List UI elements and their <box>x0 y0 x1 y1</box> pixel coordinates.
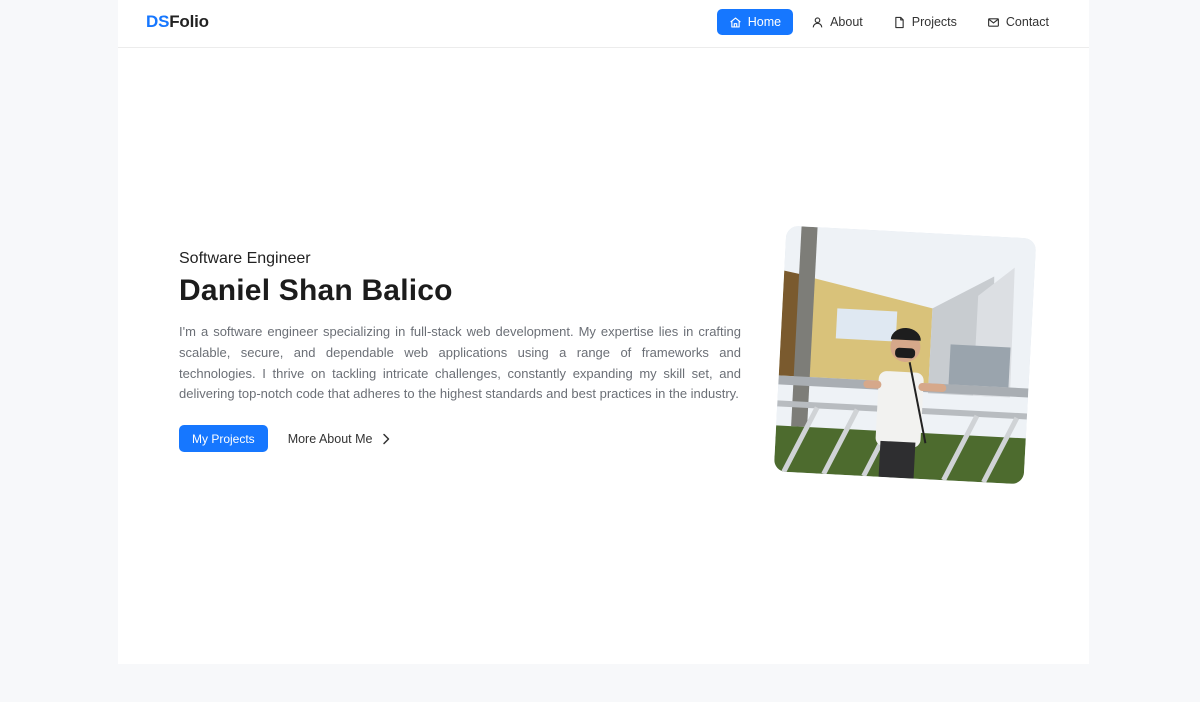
page-container: DSFolio Home About Projects Contact Soft… <box>118 0 1089 664</box>
more-about-me-button[interactable]: More About Me <box>288 432 392 446</box>
mail-icon <box>987 17 999 27</box>
hero-bio: I'm a software engineer specializing in … <box>179 324 741 402</box>
home-icon <box>729 16 741 28</box>
more-about-me-label: More About Me <box>287 431 373 446</box>
user-icon <box>812 16 823 27</box>
nav-item-contact[interactable]: Contact <box>975 9 1061 35</box>
hero-section: Software Engineer Daniel Shan Balico I'm… <box>179 250 741 453</box>
nav-item-label: Contact <box>1005 15 1049 29</box>
hero-actions: My Projects More About Me <box>179 425 741 453</box>
nav-item-label: About <box>830 15 863 29</box>
navbar: DSFolio Home About Projects Contact <box>118 0 1089 48</box>
my-projects-button[interactable]: My Projects <box>179 425 268 453</box>
nav-item-projects[interactable]: Projects <box>881 9 969 35</box>
brand-suffix: Folio <box>169 12 209 31</box>
nav-item-label: Projects <box>911 15 957 29</box>
hero-name: Daniel Shan Balico <box>179 274 453 307</box>
hero-role: Software Engineer <box>179 250 311 267</box>
nav-item-label: Home <box>747 15 782 29</box>
brand-prefix: DS <box>146 12 170 31</box>
nav-item-about[interactable]: About <box>799 9 875 35</box>
nav-item-home[interactable]: Home <box>716 9 794 35</box>
profile-photo-illustration <box>773 225 1037 485</box>
chevron-right-icon <box>383 433 390 444</box>
document-icon <box>895 16 904 28</box>
main-nav: Home About Projects Contact <box>716 9 1061 35</box>
brand-logo[interactable]: DSFolio <box>146 12 209 32</box>
profile-photo <box>773 225 1037 485</box>
